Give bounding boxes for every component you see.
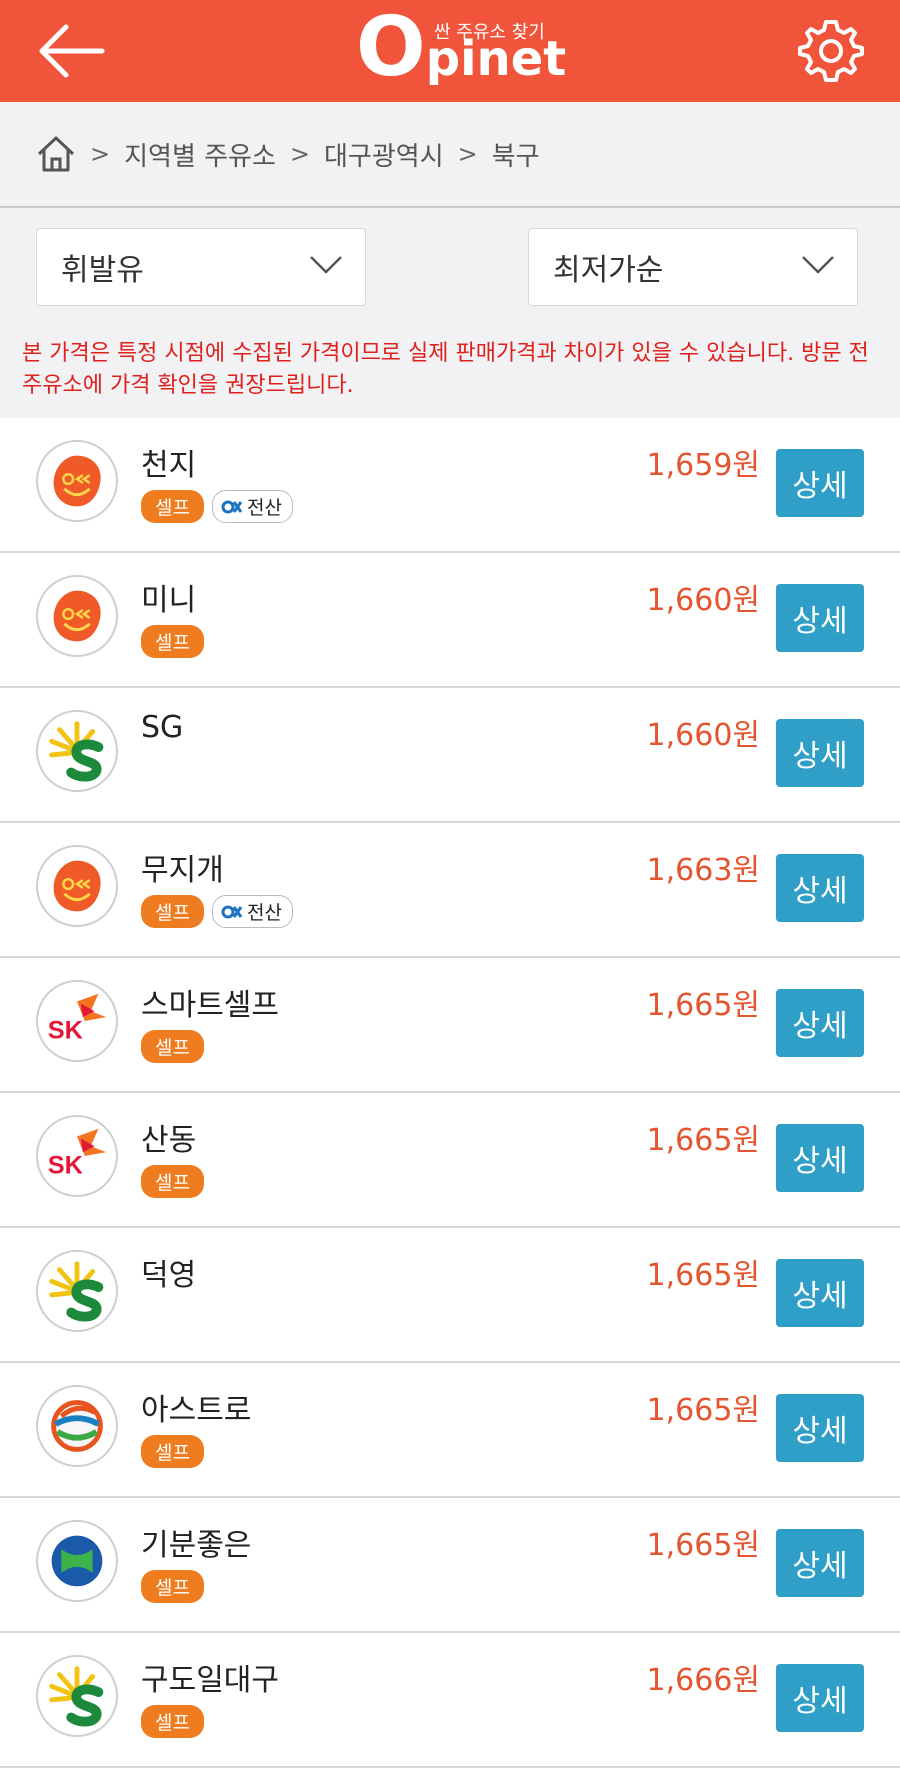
ok-cashbag-icon	[221, 905, 243, 918]
detail-button[interactable]: 상세	[776, 989, 864, 1057]
station-row[interactable]: 천지셀프 전산 1,659원 상세	[0, 418, 900, 553]
arrow-left-icon[interactable]	[36, 22, 106, 80]
station-name: 무지개	[141, 853, 224, 888]
station-name: 아스트로	[141, 1393, 252, 1428]
ok-cashbag-badge: 전산	[211, 490, 293, 523]
station-row[interactable]: SK 스마트셀프셀프 1,665원 상세	[0, 958, 900, 1093]
detail-button[interactable]: 상세	[776, 854, 864, 922]
fuel-type-select[interactable]: 휘발유	[36, 228, 366, 306]
s-oil-logo	[36, 710, 118, 792]
gear-icon[interactable]	[798, 18, 864, 84]
hyundai-oilbank-logo	[36, 1385, 118, 1467]
fuel-type-value: 휘발유	[61, 253, 144, 288]
logo-subtitle: 싼 주유소 찾기	[434, 22, 545, 43]
alddle-logo	[36, 1520, 118, 1602]
ok-cashbag-badge: 전산	[211, 895, 293, 928]
ok-cashbag-label: 전산	[246, 902, 282, 924]
station-row[interactable]: 덕영 1,665원 상세	[0, 1228, 900, 1363]
detail-button[interactable]: 상세	[776, 719, 864, 787]
sort-value: 최저가순	[553, 253, 664, 288]
breadcrumb-region[interactable]: 지역별 주유소	[124, 136, 276, 173]
station-price: 1,660원	[646, 718, 760, 753]
logo-o: O	[356, 0, 426, 95]
chevron-down-icon	[310, 256, 342, 274]
station-price: 1,665원	[646, 1528, 760, 1563]
station-row[interactable]: 기분좋은셀프 1,665원 상세	[0, 1498, 900, 1633]
detail-button[interactable]: 상세	[776, 1394, 864, 1462]
breadcrumb-separator: >	[457, 140, 478, 168]
detail-button[interactable]: 상세	[776, 1529, 864, 1597]
home-icon[interactable]	[36, 135, 76, 173]
self-service-badge: 셀프	[141, 490, 204, 523]
breadcrumb-separator: >	[289, 140, 311, 168]
self-service-badge: 셀프	[141, 1705, 204, 1738]
station-price: 1,665원	[646, 1123, 760, 1158]
station-tags: 셀프	[141, 1030, 204, 1063]
station-name: 덕영	[141, 1258, 197, 1293]
self-service-badge: 셀프	[141, 1435, 204, 1468]
station-name: 스마트셀프	[141, 988, 279, 1023]
station-name: 구도일대구	[141, 1663, 279, 1698]
station-row[interactable]: SG 1,660원 상세	[0, 688, 900, 823]
station-price: 1,659원	[646, 448, 760, 483]
station-list: 천지 셀프 전산 1,659원 상세 미니 셀프 1,660원 상세 SG 1,660원 상세 무지개 셀…	[0, 418, 900, 1768]
breadcrumb-separator: >	[90, 140, 111, 168]
station-row[interactable]: 무지개셀프 전산 1,663원 상세	[0, 823, 900, 958]
chevron-down-icon	[802, 256, 834, 274]
breadcrumb-district[interactable]: 북구	[492, 136, 540, 173]
station-row[interactable]: 구도일대구셀프 1,666원 상세	[0, 1633, 900, 1768]
station-name: 기분좋은	[141, 1528, 252, 1563]
sk-energy-logo: SK	[36, 1115, 118, 1197]
app-header: Opinet 싼 주유소 찾기	[0, 0, 900, 102]
s-oil-logo	[36, 1655, 118, 1737]
station-row[interactable]: SK 산동셀프 1,665원 상세	[0, 1093, 900, 1228]
svg-text:SK: SK	[48, 1017, 84, 1045]
station-tags: 셀프 전산	[141, 490, 293, 523]
detail-button[interactable]: 상세	[776, 1664, 864, 1732]
station-tags: 셀프	[141, 1705, 204, 1738]
self-service-badge: 셀프	[141, 895, 204, 928]
gs-caltex-logo	[36, 575, 118, 657]
station-name: SG	[141, 710, 184, 745]
breadcrumb: > 지역별 주유소 > 대구광역시 > 북구	[0, 102, 900, 208]
station-tags: 셀프	[141, 1165, 204, 1198]
self-service-badge: 셀프	[141, 1165, 204, 1198]
detail-button[interactable]: 상세	[776, 584, 864, 652]
station-price: 1,666원	[646, 1663, 760, 1698]
station-name: 산동	[141, 1123, 197, 1158]
station-price: 1,660원	[646, 583, 760, 618]
sk-energy-logo: SK	[36, 980, 118, 1062]
s-oil-logo	[36, 1250, 118, 1332]
ok-cashbag-label: 전산	[246, 497, 282, 519]
station-tags: 셀프 전산	[141, 895, 293, 928]
detail-button[interactable]: 상세	[776, 449, 864, 517]
station-price: 1,665원	[646, 988, 760, 1023]
gs-caltex-logo	[36, 440, 118, 522]
station-name: 미니	[141, 583, 197, 618]
station-tags: 셀프	[141, 625, 204, 658]
station-price: 1,665원	[646, 1258, 760, 1293]
self-service-badge: 셀프	[141, 1030, 204, 1063]
station-price: 1,665원	[646, 1393, 760, 1428]
price-notice: 본 가격은 특정 시점에 수집된 가격이므로 실제 판매가격과 차이가 있을 수…	[0, 328, 900, 418]
station-row[interactable]: 아스트로셀프 1,665원 상세	[0, 1363, 900, 1498]
station-name: 천지	[141, 448, 197, 483]
gs-caltex-logo	[36, 845, 118, 927]
station-price: 1,663원	[646, 853, 760, 888]
svg-text:SK: SK	[48, 1152, 84, 1180]
detail-button[interactable]: 상세	[776, 1259, 864, 1327]
station-row[interactable]: 미니셀프 1,660원 상세	[0, 553, 900, 688]
filter-bar: 휘발유 최저가순	[0, 208, 900, 328]
breadcrumb-city[interactable]: 대구광역시	[324, 136, 444, 173]
sort-select[interactable]: 최저가순	[528, 228, 858, 306]
self-service-badge: 셀프	[141, 1570, 204, 1603]
station-tags: 셀프	[141, 1570, 204, 1603]
self-service-badge: 셀프	[141, 625, 204, 658]
ok-cashbag-icon	[221, 500, 243, 513]
station-tags: 셀프	[141, 1435, 204, 1468]
detail-button[interactable]: 상세	[776, 1124, 864, 1192]
